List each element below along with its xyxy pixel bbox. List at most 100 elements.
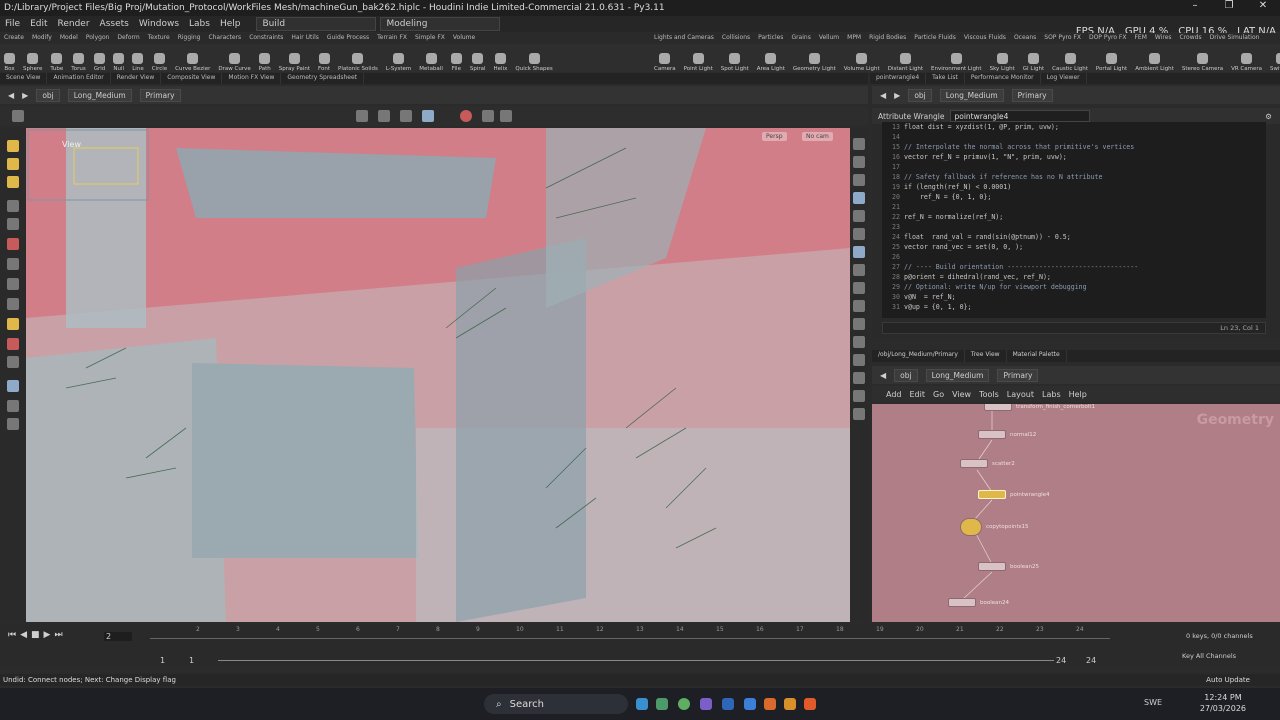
start-frame[interactable]: 1: [160, 656, 165, 665]
network-menu-item[interactable]: Edit: [910, 390, 926, 399]
node-transform[interactable]: transform_finish_cornerbolt1: [984, 404, 1095, 411]
crumb-obj[interactable]: obj: [36, 88, 60, 102]
record-tool-icon[interactable]: [7, 238, 19, 250]
display-option-icon[interactable]: [853, 282, 865, 294]
shelf-tool-button[interactable]: VR Camera: [1227, 44, 1266, 72]
rotate-icon[interactable]: [400, 110, 412, 122]
shelf-tab[interactable]: Constraints: [245, 33, 287, 43]
pane-tab[interactable]: Take List: [926, 73, 965, 84]
shelf-tool-button[interactable]: Helix: [490, 44, 512, 72]
shelf-tool-button[interactable]: File: [447, 44, 466, 72]
desktop-modeling-select[interactable]: Modeling: [379, 17, 500, 31]
shelf-tab[interactable]: Viscous Fluids: [960, 33, 1010, 43]
start-frame-2[interactable]: 1: [189, 656, 194, 665]
shelf-tab[interactable]: Polygon: [82, 33, 114, 43]
pane-tab[interactable]: Scene View: [0, 73, 48, 84]
shelf-tool-button[interactable]: Curve Bezier: [171, 44, 214, 72]
display-option-icon[interactable]: [853, 210, 865, 222]
paint-icon[interactable]: [7, 278, 19, 290]
shelf-tool-button[interactable]: L-System: [382, 44, 415, 72]
shelf-tool-button[interactable]: Point Light: [680, 44, 717, 72]
network-menu-item[interactable]: Help: [1069, 390, 1087, 399]
shelf-tool-button[interactable]: Volume Light: [840, 44, 884, 72]
shelf-tool-button[interactable]: Box: [0, 44, 19, 72]
camera-icon[interactable]: [7, 356, 19, 368]
app-icon[interactable]: [678, 698, 690, 710]
shelf-tool-button[interactable]: Font: [314, 44, 334, 72]
back-icon[interactable]: ◀: [880, 371, 886, 380]
shelf-tab[interactable]: FEM: [1130, 33, 1150, 43]
shelf-tool-button[interactable]: Path: [255, 44, 275, 72]
gear-icon[interactable]: [482, 110, 494, 122]
node-pointwrangle[interactable]: pointwrangle4: [978, 490, 1050, 499]
shelf-tool-button[interactable]: Stereo Camera: [1178, 44, 1227, 72]
range-slider[interactable]: [218, 660, 1054, 661]
shelf-tool-button[interactable]: Spray Paint: [275, 44, 314, 72]
shelf-tab[interactable]: Particle Fluids: [910, 33, 960, 43]
shelf-tab[interactable]: Oceans: [1010, 33, 1040, 43]
node-boolean25[interactable]: boolean25: [978, 562, 1039, 571]
minimize-icon[interactable]: –: [1178, 0, 1212, 11]
menu-file[interactable]: File: [0, 19, 25, 29]
shelf-tool-button[interactable]: Camera: [650, 44, 680, 72]
handle-tool-icon[interactable]: [7, 176, 19, 188]
end-frame-2[interactable]: 24: [1086, 656, 1096, 665]
menu-windows[interactable]: Windows: [134, 19, 184, 29]
forward-icon[interactable]: ▶: [22, 91, 28, 100]
shelf-tab[interactable]: MPM: [843, 33, 865, 43]
last-frame-icon[interactable]: ⏭: [54, 630, 62, 640]
record-icon[interactable]: [460, 110, 472, 122]
shelf-tab[interactable]: Hair Utils: [287, 33, 322, 43]
network-menu-item[interactable]: Add: [886, 390, 902, 399]
maximize-icon[interactable]: ❐: [1212, 0, 1246, 11]
display-option-icon[interactable]: [853, 156, 865, 168]
gear-icon[interactable]: ⚙: [1265, 112, 1272, 121]
sculpt-icon[interactable]: [7, 298, 19, 310]
display-option-icon[interactable]: [853, 300, 865, 312]
pane-tab[interactable]: Geometry Spreadsheet: [281, 73, 364, 84]
display-option-icon[interactable]: [853, 264, 865, 276]
shelf-tool-button[interactable]: Switcher: [1266, 44, 1280, 72]
snap-icon[interactable]: [422, 110, 434, 122]
node-copytopoints[interactable]: copytopoints15: [960, 518, 1029, 536]
code-text-area[interactable]: 13 float dist = xyzdist(1, @P, prim, uvw)…: [882, 122, 1266, 318]
crumb-obj[interactable]: obj: [894, 368, 918, 382]
crumb-obj[interactable]: obj: [908, 88, 932, 102]
display-option-icon[interactable]: [853, 336, 865, 348]
transform-tool-icon[interactable]: [7, 158, 19, 170]
shelf-tool-button[interactable]: Sphere: [19, 44, 46, 72]
menu-assets[interactable]: Assets: [95, 19, 134, 29]
shelf-tool-button[interactable]: Area Light: [753, 44, 789, 72]
shelf-tab[interactable]: DOP Pyro FX: [1085, 33, 1131, 43]
menu-edit[interactable]: Edit: [25, 19, 52, 29]
shelf-tool-button[interactable]: Grid: [90, 44, 110, 72]
language-indicator[interactable]: SWE: [1144, 698, 1162, 707]
crumb-node[interactable]: Long_Medium: [939, 88, 1004, 102]
shelf-tool-button[interactable]: Environment Light: [927, 44, 986, 72]
shelf-tool-button[interactable]: Tube: [46, 44, 67, 72]
network-editor[interactable]: Geometry transform_finish_cornerbolt1 no…: [872, 404, 1280, 622]
display-option-icon[interactable]: [853, 354, 865, 366]
shelf-tab[interactable]: Collisions: [718, 33, 754, 43]
shelf-tab[interactable]: Characters: [204, 33, 245, 43]
app-icon[interactable]: [722, 698, 734, 710]
back-icon[interactable]: ◀: [8, 91, 14, 100]
scene-viewport[interactable]: View Persp No cam: [26, 128, 850, 622]
cam-menu[interactable]: No cam: [802, 132, 833, 141]
display-option-icon[interactable]: [853, 372, 865, 384]
houdini-icon[interactable]: [804, 698, 816, 710]
shelf-tool-button[interactable]: Null: [109, 44, 128, 72]
pane-tab[interactable]: Composite View: [161, 73, 223, 84]
taskbar-search[interactable]: ⌕ Search: [484, 694, 628, 714]
display-option-icon[interactable]: [853, 390, 865, 402]
view-icon[interactable]: [7, 380, 19, 392]
node-name-field[interactable]: pointwrangle4: [950, 110, 1091, 122]
key-all-channels-button[interactable]: Key All Channels: [1182, 652, 1236, 660]
app-icon[interactable]: [764, 698, 776, 710]
back-icon[interactable]: ◀: [880, 91, 886, 100]
pose-tool-icon[interactable]: [7, 200, 19, 212]
display-option-icon[interactable]: [853, 174, 865, 186]
end-frame[interactable]: 24: [1056, 656, 1066, 665]
shelf-tab[interactable]: Rigging: [174, 33, 205, 43]
app-icon[interactable]: [700, 698, 712, 710]
